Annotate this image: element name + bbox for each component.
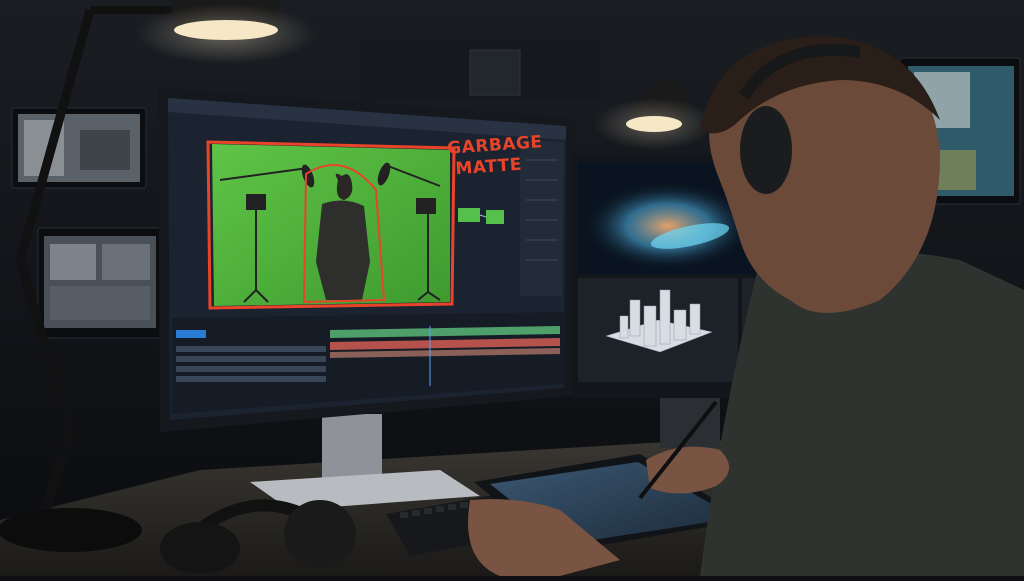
photo-scene: GARBAGE MATTE [0, 0, 1024, 576]
photo-illustration [0, 0, 1024, 576]
garbage-matte-annotation: GARBAGE MATTE [447, 132, 544, 180]
